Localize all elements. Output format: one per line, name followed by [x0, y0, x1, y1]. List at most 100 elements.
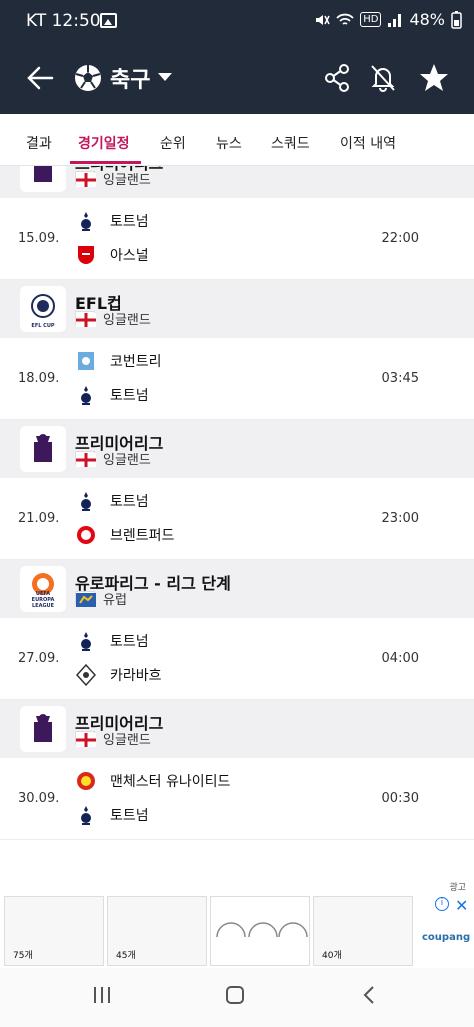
- europe-flag-icon: [75, 591, 96, 607]
- league-header[interactable]: 프리미어리그잉글랜드: [0, 420, 474, 478]
- tab-bar: 결과 경기일정 순위 뉴스 스쿼드 이적 내역: [0, 114, 474, 166]
- premier-league-logo: [20, 426, 66, 472]
- premier-league-logo: [20, 166, 66, 192]
- wifi-icon: [336, 13, 354, 25]
- league-country: 잉글랜드: [103, 173, 151, 188]
- tab-fixtures[interactable]: 경기일정: [78, 133, 130, 153]
- league-header[interactable]: UEFA EUROPA LEAGUE 유로파리그 - 리그 단계 유럽: [0, 560, 474, 618]
- efl-cup-logo: EFL CUP: [20, 286, 66, 332]
- match-row[interactable]: 27.09. 토트넘카라바흐 04:00: [0, 618, 474, 700]
- home-team-crest: [76, 770, 96, 792]
- europa-league-logo: UEFA EUROPA LEAGUE: [20, 566, 66, 612]
- premier-league-logo: [20, 706, 66, 752]
- ad-brand: coupang: [422, 932, 471, 943]
- arsenal-crest-icon: [78, 246, 94, 264]
- home-team-crest: [76, 630, 96, 652]
- notifications-off-icon[interactable]: [366, 61, 400, 95]
- match-date: 18.09.: [18, 371, 60, 386]
- sport-selector-title[interactable]: 축구: [110, 62, 150, 94]
- tab-transfers[interactable]: 이적 내역: [340, 133, 396, 153]
- status-bar: KT 12:50 HD 48%: [0, 0, 474, 42]
- away-team-name: 브렌트퍼드: [110, 528, 175, 544]
- england-flag-icon: [75, 451, 96, 467]
- headband-product-image: [216, 922, 308, 938]
- ad-product[interactable]: 75개: [4, 896, 104, 966]
- home-team-crest: [76, 490, 96, 512]
- league-country: 유럽: [103, 593, 127, 608]
- match-date: 21.09.: [18, 511, 60, 526]
- home-team-name: 토트넘: [110, 214, 149, 230]
- match-time: 23:00: [381, 511, 419, 526]
- league-country: 잉글랜드: [103, 453, 151, 468]
- favorite-star-icon[interactable]: [417, 61, 451, 95]
- away-team-name: 카라바흐: [110, 668, 162, 684]
- hd-voice-icon: HD: [360, 12, 382, 27]
- match-time: 22:00: [381, 231, 419, 246]
- ad-product-count: 45개: [116, 951, 136, 961]
- league-country: 잉글랜드: [103, 733, 151, 748]
- tab-standings[interactable]: 순위: [160, 133, 186, 153]
- home-icon[interactable]: [225, 985, 245, 1005]
- tab-results[interactable]: 결과: [26, 133, 52, 153]
- back-nav-icon[interactable]: [360, 985, 380, 1005]
- signal-icon: [388, 13, 402, 27]
- home-team-name: 토트넘: [110, 634, 149, 650]
- back-arrow-icon[interactable]: [24, 62, 56, 94]
- match-row[interactable]: 21.09. 토트넘브렌트퍼드 23:00: [0, 478, 474, 560]
- ad-close-icon[interactable]: ✕: [455, 896, 468, 915]
- tottenham-crest-icon: [81, 386, 91, 405]
- battery-icon: [451, 10, 462, 29]
- league-header[interactable]: 프리미어리그잉글랜드: [0, 700, 474, 758]
- match-time: 03:45: [381, 371, 419, 386]
- away-team-crest: [76, 244, 96, 266]
- manchester-united-crest-icon: [77, 772, 95, 790]
- soccer-ball-icon[interactable]: [73, 63, 103, 93]
- england-flag-icon: [75, 731, 96, 747]
- recent-apps-icon[interactable]: [92, 985, 112, 1005]
- qarabag-crest-icon: [75, 663, 97, 687]
- home-team-name: 토트넘: [110, 494, 149, 510]
- england-flag-icon: [75, 171, 96, 187]
- active-tab-indicator: [70, 161, 141, 164]
- league-name: 유로파리그 - 리그 단계: [75, 574, 231, 593]
- fixtures-list[interactable]: 프리미어리그잉글랜드15.09.토트넘아스널22:00EFL CUPEFL컵잉글…: [0, 166, 474, 896]
- dropdown-caret-icon[interactable]: [158, 73, 172, 81]
- match-date: 27.09.: [18, 651, 60, 666]
- away-team-crest: [76, 384, 96, 406]
- match-date: 15.09.: [18, 231, 60, 246]
- ad-product[interactable]: 40개: [313, 896, 413, 966]
- match-row[interactable]: 15.09. 토트넘아스널 22:00: [0, 198, 474, 280]
- app-bar: 축구: [0, 42, 474, 114]
- match-row[interactable]: 30.09. 맨체스터 유나이티드 토트넘 00:30: [0, 758, 474, 840]
- tab-squad[interactable]: 스쿼드: [271, 133, 310, 153]
- tottenham-crest-icon: [81, 212, 91, 231]
- battery-level: 48%: [409, 10, 445, 29]
- ad-info-icon[interactable]: i: [435, 897, 449, 911]
- ad-product[interactable]: 45개: [107, 896, 207, 966]
- share-icon[interactable]: [320, 61, 354, 95]
- match-time: 04:00: [381, 651, 419, 666]
- league-header[interactable]: EFL CUP EFL컵 잉글랜드: [0, 280, 474, 338]
- away-team-crest: [75, 663, 97, 687]
- mute-icon: [316, 14, 330, 25]
- league-header[interactable]: 프리미어리그잉글랜드: [0, 166, 474, 198]
- away-team-name: 아스널: [110, 248, 149, 264]
- match-row[interactable]: 18.09. 코번트리토트넘 03:45: [0, 338, 474, 420]
- ad-product-count: 40개: [322, 951, 342, 961]
- away-team-name: 토트넘: [110, 388, 149, 404]
- ad-product[interactable]: [210, 896, 310, 966]
- away-team-crest: [76, 804, 96, 826]
- england-flag-icon: [75, 311, 96, 327]
- system-nav-bar: [0, 968, 474, 1027]
- ad-product-count: 75개: [13, 951, 33, 961]
- ad-banner[interactable]: 광고 75개 45개 40개 i ✕ coupang: [0, 880, 474, 968]
- league-country: 잉글랜드: [103, 313, 151, 328]
- tottenham-crest-icon: [81, 492, 91, 511]
- home-team-name: 코번트리: [110, 354, 162, 370]
- home-team-crest: [76, 350, 96, 372]
- tab-news[interactable]: 뉴스: [216, 133, 242, 153]
- league-logo-text: UEFA EUROPA LEAGUE: [31, 591, 55, 609]
- match-date: 30.09.: [18, 791, 60, 806]
- league-logo-text: EFL CUP: [31, 323, 55, 329]
- status-time: KT 12:50: [26, 11, 101, 31]
